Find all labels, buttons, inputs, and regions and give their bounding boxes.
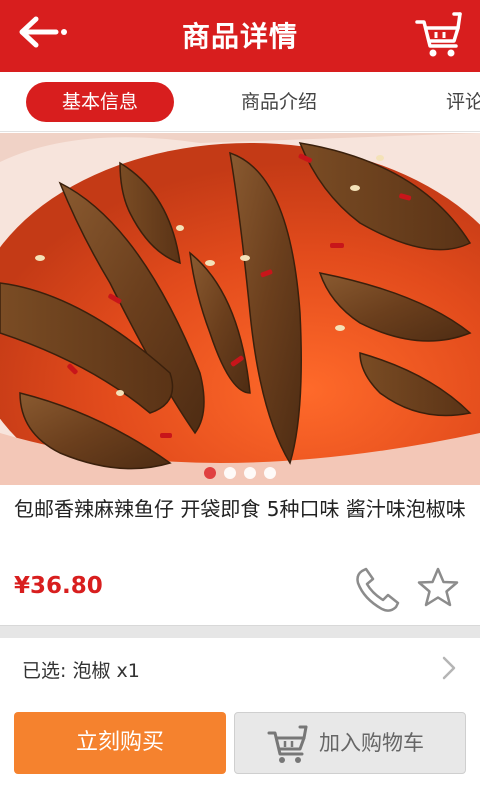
tab-product-intro[interactable]: 商品介绍 bbox=[241, 82, 317, 122]
shopping-cart-icon bbox=[415, 12, 462, 57]
selected-option-text: 已选: 泡椒 x1 bbox=[22, 660, 140, 682]
phone-icon bbox=[356, 567, 400, 612]
carousel-indicator bbox=[0, 467, 480, 479]
section-divider bbox=[0, 625, 480, 638]
star-icon bbox=[417, 567, 459, 607]
carousel-dot[interactable] bbox=[224, 467, 236, 479]
selected-option-row[interactable]: 已选: 泡椒 x1 bbox=[0, 638, 480, 698]
chevron-right-icon bbox=[442, 656, 456, 680]
tab-bar: 基本信息 商品介绍 评论 bbox=[0, 72, 480, 132]
tab-reviews[interactable]: 评论 bbox=[446, 82, 480, 122]
product-price: ¥36.80 bbox=[14, 573, 103, 599]
carousel-dot[interactable] bbox=[204, 467, 216, 479]
page-title: 商品详情 bbox=[181, 20, 298, 53]
carousel-dot[interactable] bbox=[244, 467, 256, 479]
add-to-cart-label: 加入购物车 bbox=[319, 731, 424, 755]
product-name: 包邮香辣麻辣鱼仔 开袋即食 5种口味 酱汁味泡椒味 bbox=[14, 497, 466, 521]
carousel-dot[interactable] bbox=[264, 467, 276, 479]
product-image-carousel[interactable] bbox=[0, 133, 480, 485]
product-info: 包邮香辣麻辣鱼仔 开袋即食 5种口味 酱汁味泡椒味 ¥36.80 bbox=[0, 485, 480, 625]
bottom-action-bar: 立刻购买 加入购物车 bbox=[0, 698, 480, 800]
tab-basic-info[interactable]: 基本信息 bbox=[26, 82, 174, 122]
app-header: 商品详情 bbox=[0, 0, 480, 72]
cart-icon bbox=[267, 725, 308, 763]
add-to-cart-button[interactable]: 加入购物车 bbox=[234, 712, 466, 774]
favorite-button[interactable] bbox=[415, 565, 461, 611]
buy-now-button[interactable]: 立刻购买 bbox=[14, 712, 226, 774]
cart-button[interactable] bbox=[414, 10, 466, 60]
call-button[interactable] bbox=[352, 565, 404, 615]
product-image bbox=[0, 133, 480, 485]
